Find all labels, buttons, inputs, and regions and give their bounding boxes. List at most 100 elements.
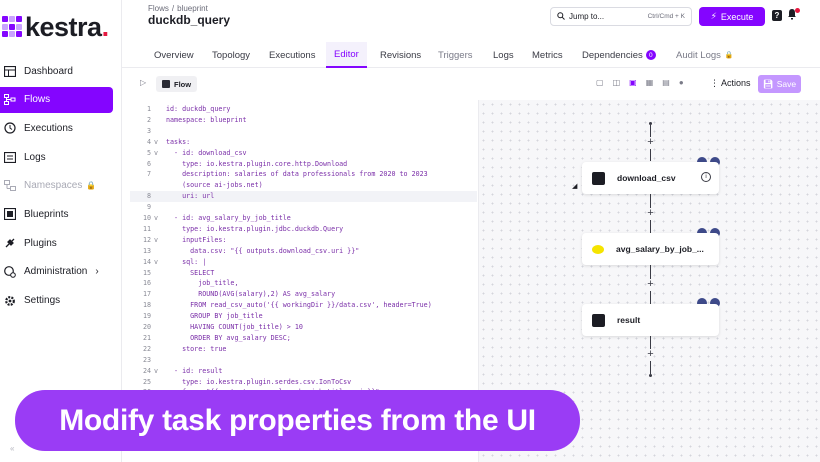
code-line[interactable]: 19 GROUP BY job_title bbox=[130, 311, 477, 322]
code-line[interactable]: 6 type: io.kestra.plugin.core.http.Downl… bbox=[130, 159, 477, 170]
kestra-logo[interactable]: kestra. bbox=[2, 12, 109, 42]
sidebar-item-logs[interactable]: Logs bbox=[0, 144, 122, 170]
line-number: 5 bbox=[146, 148, 151, 157]
task-node-avg-salary[interactable]: avg_salary_by_job_... bbox=[582, 233, 719, 265]
save-label: Save bbox=[776, 79, 797, 89]
save-button[interactable]: 💾︎ Save bbox=[758, 75, 801, 93]
code-line[interactable]: 13 data.csv: "{{ outputs.download_csv.ur… bbox=[130, 246, 477, 257]
page-title: duckdb_query bbox=[148, 13, 231, 27]
task-node-download-csv[interactable]: download_csv i bbox=[582, 162, 719, 194]
help-icon[interactable]: ? bbox=[772, 10, 782, 21]
tab-overview[interactable]: Overview bbox=[146, 42, 202, 68]
topology-view-icon[interactable]: ▣ bbox=[629, 78, 637, 87]
code-line[interactable]: 20 HAVING COUNT(job_title) > 10 bbox=[130, 322, 477, 333]
sidebar-item-label: Blueprints bbox=[24, 208, 69, 220]
sidebar-item-plugins[interactable]: Plugins bbox=[0, 230, 122, 256]
tab-metrics[interactable]: Metrics bbox=[524, 42, 571, 68]
add-task-plus-icon[interactable]: + bbox=[645, 208, 656, 219]
add-task-plus-icon[interactable]: + bbox=[645, 137, 656, 148]
line-number: 12 bbox=[142, 235, 151, 244]
tab-triggers[interactable]: Triggers bbox=[430, 42, 481, 68]
code-line[interactable]: 1 id: duckdb_query bbox=[130, 104, 477, 115]
edge bbox=[650, 220, 651, 233]
line-number: 23 bbox=[142, 355, 151, 364]
execute-button[interactable]: ⚡︎ Execute bbox=[699, 7, 765, 26]
code-line[interactable]: 22 store: true bbox=[130, 344, 477, 355]
fold-chevron-icon[interactable]: v bbox=[154, 366, 158, 377]
code-text: type: io.kestra.plugin.core.http.Downloa… bbox=[166, 159, 348, 168]
tab-audit-logs[interactable]: Audit Logs 🔒 bbox=[668, 42, 742, 68]
documentation-view-icon[interactable]: ▦ bbox=[646, 78, 654, 87]
tab-dependencies[interactable]: Dependencies 0 bbox=[574, 42, 664, 68]
sidebar-item-label: Settings bbox=[24, 295, 61, 306]
code-line[interactable]: 15 SELECT bbox=[130, 268, 477, 279]
collapse-sidebar-icon[interactable]: « bbox=[10, 444, 14, 453]
collapse-files-icon[interactable]: ▷ bbox=[140, 78, 146, 87]
sidebar-item-administration[interactable]: Administration › bbox=[0, 259, 122, 285]
fold-chevron-icon[interactable]: v bbox=[154, 257, 158, 268]
split-view-icon[interactable]: ◫ bbox=[613, 78, 621, 87]
add-task-plus-icon[interactable]: + bbox=[645, 349, 656, 360]
breadcrumb-flows[interactable]: Flows bbox=[148, 4, 169, 13]
line-number: 17 bbox=[142, 290, 151, 299]
tab-editor[interactable]: Editor bbox=[326, 42, 367, 68]
fold-chevron-icon[interactable]: v bbox=[154, 235, 158, 246]
lock-icon: 🔒 bbox=[724, 52, 734, 59]
edge bbox=[650, 194, 651, 208]
code-line[interactable]: 12 v inputFiles: bbox=[130, 235, 477, 246]
sidebar-item-blueprints[interactable]: Blueprints bbox=[0, 201, 122, 227]
sidebar-item-namespaces[interactable]: Namespaces 🔒 bbox=[0, 173, 122, 199]
table-view-icon[interactable]: ▤ bbox=[662, 78, 670, 87]
code-line[interactable]: 8 uri: url bbox=[130, 191, 477, 203]
line-number: 9 bbox=[146, 203, 151, 212]
breadcrumb-namespace[interactable]: blueprint bbox=[177, 4, 208, 13]
info-icon[interactable]: i bbox=[701, 172, 711, 182]
sidebar-item-flows[interactable]: Flows bbox=[0, 86, 113, 113]
code-line[interactable]: 10 v - id: avg_salary_by_job_title bbox=[130, 213, 477, 224]
fold-chevron-icon[interactable]: v bbox=[154, 137, 158, 148]
line-number: 11 bbox=[142, 224, 151, 233]
sidebar-item-label: Logs bbox=[24, 151, 46, 163]
dashboard-icon bbox=[3, 64, 17, 78]
tab-executions[interactable]: Executions bbox=[261, 42, 323, 68]
code-line[interactable]: (source ai-jobs.net) bbox=[130, 180, 477, 191]
source-view-icon[interactable]: ▢ bbox=[596, 78, 604, 87]
sidebar-item-settings[interactable]: Settings bbox=[0, 288, 122, 314]
tab-topology[interactable]: Topology bbox=[204, 42, 258, 68]
code-line[interactable]: 11 type: io.kestra.plugin.jdbc.duckdb.Qu… bbox=[130, 224, 477, 235]
code-line[interactable]: 3 bbox=[130, 126, 477, 137]
jump-to-search[interactable]: Jump to... Ctrl/Cmd + K bbox=[550, 7, 692, 26]
code-text: ROUND(AVG(salary),2) AS avg_salary bbox=[166, 290, 336, 299]
task-node-result[interactable]: result bbox=[582, 304, 719, 336]
tab-logs[interactable]: Logs bbox=[485, 42, 522, 68]
tab-revisions[interactable]: Revisions bbox=[372, 42, 429, 68]
fold-chevron-icon[interactable]: v bbox=[154, 213, 158, 224]
code-line[interactable]: 21 ORDER BY avg_salary DESC; bbox=[130, 333, 477, 344]
add-task-plus-icon[interactable]: + bbox=[645, 279, 656, 290]
code-line[interactable]: 25 type: io.kestra.plugin.serdes.csv.Ion… bbox=[130, 377, 477, 388]
top-header: Flows / blueprint duckdb_query Jump to... … bbox=[122, 0, 820, 40]
namespaces-icon bbox=[3, 179, 17, 193]
code-line[interactable]: 5v - id: download_csv bbox=[130, 148, 477, 159]
code-line[interactable]: 4 v tasks: bbox=[130, 137, 477, 148]
code-line[interactable]: 14 v sql: | bbox=[130, 257, 477, 268]
code-line[interactable]: 7 description: salaries of data professi… bbox=[130, 169, 477, 180]
sidebar-item-dashboard[interactable]: Dashboard bbox=[0, 58, 122, 84]
code-line[interactable]: 23 bbox=[130, 355, 477, 366]
code-line[interactable]: 16 job_title, bbox=[130, 278, 477, 289]
gear-icon bbox=[3, 294, 17, 308]
sidebar-item-label: Plugins bbox=[24, 237, 57, 249]
code-line[interactable]: 9 bbox=[130, 202, 477, 213]
code-line[interactable]: 17 ROUND(AVG(salary),2) AS avg_salary bbox=[130, 289, 477, 300]
flow-file-tab[interactable]: Flow bbox=[156, 76, 198, 92]
fold-chevron-icon[interactable]: v bbox=[154, 148, 158, 159]
ai-assist-icon[interactable]: ● bbox=[679, 78, 684, 87]
code-line[interactable]: 24 v - id: result bbox=[130, 366, 477, 377]
notification-badge bbox=[795, 8, 800, 13]
code-line[interactable]: 18 FROM read_csv_auto('{{ workingDir }}/… bbox=[130, 300, 477, 311]
line-number: 18 bbox=[142, 301, 151, 310]
actions-menu[interactable]: ⋮ Actions bbox=[710, 78, 751, 89]
sidebar-item-executions[interactable]: Executions bbox=[0, 115, 122, 141]
code-line[interactable]: 2 namespace: blueprint bbox=[130, 115, 477, 126]
bell-icon[interactable] bbox=[787, 8, 800, 22]
